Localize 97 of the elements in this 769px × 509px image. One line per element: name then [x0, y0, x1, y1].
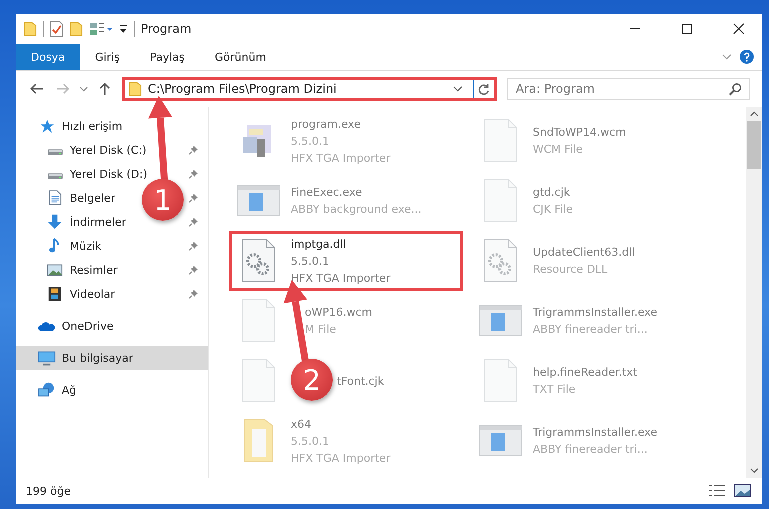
pin-icon[interactable] — [189, 193, 199, 203]
sidebar-item[interactable]: Resimler — [46, 259, 118, 281]
file-icon — [484, 119, 518, 163]
document-icon — [48, 190, 62, 206]
file-detail: WCM File — [533, 142, 584, 158]
pin-icon[interactable] — [189, 217, 199, 227]
step-number: 1 — [142, 179, 184, 221]
scrollbar[interactable] — [746, 107, 762, 478]
address-path: C:\Program Files\Program Dizini — [148, 82, 338, 96]
maximize-icon — [681, 23, 693, 35]
file-detail: HFX TGA Importer — [291, 270, 391, 286]
sidebar-item[interactable]: Videolar — [46, 283, 116, 305]
gear-file-icon — [242, 239, 276, 283]
scrollbar-thumb[interactable] — [747, 121, 761, 169]
file-detail: CJK File — [533, 202, 574, 218]
program-window-icon — [479, 305, 523, 337]
file-name[interactable]: gtd.cjk — [533, 184, 574, 201]
folder-icon — [24, 22, 37, 36]
file-name[interactable]: x64 — [291, 416, 391, 432]
sidebar-item[interactable]: Bu bilgisayar — [38, 347, 134, 369]
file-detail: TXT File — [533, 382, 577, 398]
search-field[interactable]: Ara: Program — [507, 78, 750, 100]
sidebar-item[interactable]: Ağ — [38, 379, 77, 401]
pin-icon[interactable] — [189, 169, 199, 179]
dropdown-caret-icon[interactable] — [453, 86, 463, 92]
file-name[interactable]: FineExec.exe — [291, 184, 422, 201]
program-window-icon — [237, 185, 281, 217]
folder-icon — [129, 82, 142, 96]
file-name[interactable]: program.exe — [291, 116, 391, 132]
film-icon — [48, 286, 62, 302]
ribbon-tab[interactable]: Paylaş — [135, 44, 200, 70]
sidebar-item[interactable]: Hızlı erişim — [38, 115, 123, 137]
file-detail: ABBY finereader tri... — [533, 322, 649, 338]
file-detail: ABBY finereader tri... — [533, 442, 649, 458]
address-bar[interactable]: C:\Program Files\Program Dizini — [122, 77, 497, 101]
up-arrow-icon — [99, 82, 111, 96]
details-view-icon[interactable] — [708, 484, 726, 498]
file-name[interactable]: SndToWP14.wcm — [533, 124, 626, 141]
pin-icon[interactable] — [189, 145, 199, 155]
file-detail: M File — [305, 322, 338, 338]
ribbon-tab[interactable]: Dosya — [16, 44, 80, 70]
item-count: 199 öğe — [26, 484, 72, 498]
cloud-icon — [38, 320, 56, 332]
file-detail: 5.5.0.1 — [291, 134, 330, 150]
computer-icon — [38, 350, 56, 366]
file-name[interactable]: TrigrammsInstaller.exe — [533, 304, 658, 321]
sidebar-item[interactable]: Müzik — [46, 235, 102, 257]
file-name[interactable]: tFont.cjk — [337, 372, 384, 390]
file-name[interactable]: oWP16.wcm — [305, 304, 372, 321]
large-icons-view-icon[interactable] — [734, 484, 752, 498]
caret-icon[interactable] — [119, 24, 128, 34]
pin-icon[interactable] — [189, 241, 199, 251]
program-window-icon — [479, 425, 523, 457]
pin-icon[interactable] — [189, 289, 199, 299]
properties-check-icon[interactable] — [50, 20, 64, 38]
picture-icon — [47, 264, 63, 276]
refresh-icon — [478, 82, 490, 96]
file-name[interactable]: imptga.dll — [291, 236, 391, 252]
ribbon-tab[interactable]: Görünüm — [200, 44, 282, 70]
file-detail: 5.5.0.1 — [291, 434, 330, 450]
sidebar-item[interactable]: Belgeler — [46, 187, 116, 209]
music-note-icon — [49, 238, 61, 254]
scroll-down-icon — [750, 468, 758, 474]
window-title: Program — [141, 22, 193, 36]
forward-arrow-icon — [56, 83, 70, 95]
chevron-down-icon[interactable] — [722, 54, 732, 60]
ribbon-tab[interactable]: Giriş — [80, 44, 136, 70]
file-detail: Resource DLL — [533, 262, 609, 278]
star-icon — [40, 118, 54, 134]
search-icon[interactable] — [729, 83, 742, 96]
step-number: 2 — [291, 359, 333, 401]
gear-file-icon — [484, 239, 518, 283]
scroll-up-icon — [750, 111, 758, 117]
new-folder-icon[interactable] — [70, 22, 83, 36]
sidebar-item[interactable]: OneDrive — [38, 315, 114, 337]
sidebar-item[interactable]: Yerel Disk (C:) — [46, 139, 147, 161]
back-arrow-icon — [30, 83, 44, 95]
file-detail: HFX TGA Importer — [291, 450, 391, 466]
file-icon — [484, 179, 518, 223]
view-list-icon[interactable] — [89, 22, 113, 36]
file-name[interactable]: help.fineReader.txt — [533, 364, 638, 381]
close-icon — [733, 23, 745, 35]
file-icon — [242, 299, 276, 343]
file-icon — [484, 359, 518, 403]
download-arrow-icon — [47, 214, 63, 230]
network-icon — [38, 382, 56, 398]
file-icon — [242, 359, 276, 403]
pin-icon[interactable] — [189, 265, 199, 275]
file-detail: ABBY background exe... — [291, 202, 422, 218]
folder-file-icon — [244, 419, 274, 463]
file-name[interactable]: UpdateClient63.dll — [533, 244, 636, 261]
file-name[interactable]: TrigrammsInstaller.exe — [533, 424, 658, 441]
help-icon[interactable] — [740, 50, 754, 64]
sidebar-item[interactable]: İndirmeler — [46, 211, 126, 233]
file-detail: 5.5.0.1 — [291, 254, 330, 270]
caret-icon — [80, 86, 88, 92]
file-detail: HFX TGA Importer — [291, 150, 391, 166]
